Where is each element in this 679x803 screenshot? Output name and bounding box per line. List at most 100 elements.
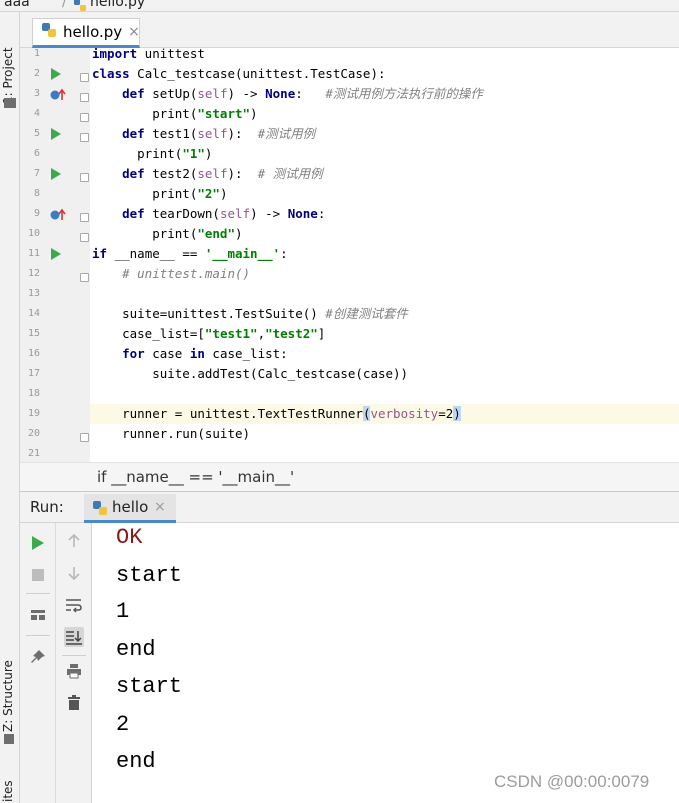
- code-line[interactable]: # unittest.main(): [92, 264, 250, 284]
- code-token: test2(: [144, 166, 198, 181]
- run-gutter-icon[interactable]: [51, 68, 61, 80]
- code-token: "test1": [204, 326, 258, 341]
- fold-marker-icon[interactable]: [80, 73, 89, 82]
- run-tab-hello[interactable]: hello ×: [84, 494, 176, 523]
- code-token: def: [122, 206, 145, 221]
- code-token: ):: [227, 166, 258, 181]
- run-toolbar-primary: [20, 523, 56, 803]
- code-line[interactable]: def test2(self): # 测试用例: [92, 164, 323, 184]
- code-line[interactable]: case_list=["test1","test2"]: [92, 324, 325, 344]
- editor-breadcrumb[interactable]: if __name__ == '__main__': [97, 468, 294, 486]
- code-token: ) ->: [227, 86, 266, 101]
- close-tab-icon[interactable]: ×: [128, 24, 140, 40]
- run-gutter-icon[interactable]: [51, 128, 61, 140]
- code-line[interactable]: suite=unittest.TestSuite() #创建测试套件: [92, 304, 408, 324]
- arrow-down-icon: [68, 567, 80, 581]
- fold-marker-icon[interactable]: [80, 173, 89, 182]
- code-token: :: [280, 246, 288, 261]
- code-token: def: [122, 86, 145, 101]
- code-line[interactable]: print("start"): [92, 104, 257, 124]
- python-file-icon: [74, 0, 86, 11]
- structure-tool-window-button[interactable]: Z: Structure: [1, 652, 19, 732]
- code-token: "1": [182, 146, 205, 161]
- close-run-tab-icon[interactable]: ×: [154, 499, 166, 515]
- code-token: in: [189, 346, 205, 361]
- fold-marker-icon[interactable]: [80, 213, 89, 222]
- project-tool-window-button[interactable]: 1: Project: [1, 34, 19, 104]
- code-editor[interactable]: 1 2 3 4 5 6 7 8 9 10 11 12 13 14 15 16 17 18 19 20 21 import…: [20, 48, 679, 462]
- restore-layout-button[interactable]: [28, 605, 48, 625]
- line-number: 5: [33, 128, 40, 139]
- python-file-icon: [92, 500, 108, 520]
- console-output-line: 1: [116, 599, 130, 624]
- code-line[interactable]: class Calc_testcase(unittest.TestCase):: [92, 64, 386, 84]
- run-gutter-icon[interactable]: [51, 248, 61, 260]
- line-number: 15: [27, 328, 40, 339]
- fold-marker-icon[interactable]: [80, 133, 89, 142]
- code-line[interactable]: def tearDown(self) -> None:: [92, 204, 325, 224]
- fold-marker-icon[interactable]: [80, 233, 89, 242]
- console-output-line: start: [116, 674, 183, 699]
- code-line[interactable]: if __name__ == '__main__':: [92, 244, 288, 264]
- code-token: self: [197, 166, 228, 181]
- fold-marker-icon[interactable]: [80, 113, 89, 122]
- run-toolbar-secondary: [56, 523, 92, 803]
- printer-icon: [67, 664, 81, 679]
- code-token: :: [295, 86, 326, 101]
- breadcrumb-file[interactable]: hello.py: [90, 0, 145, 10]
- rerun-button[interactable]: [28, 533, 48, 553]
- soft-wrap-button[interactable]: [64, 595, 84, 615]
- line-number: 20: [27, 428, 40, 439]
- favorites-tool-window-button[interactable]: ites: [1, 772, 19, 802]
- stop-button[interactable]: [28, 565, 48, 585]
- code-area[interactable]: import unittest class Calc_testcase(unitt…: [92, 48, 679, 462]
- code-line[interactable]: runner = unittest.TextTestRunner(verbosi…: [92, 404, 461, 424]
- soft-wrap-icon: [66, 599, 82, 613]
- fold-marker-icon[interactable]: [80, 273, 89, 282]
- code-token: #测试用例: [257, 126, 316, 141]
- toolbar-separator: [62, 655, 86, 656]
- code-line[interactable]: print("1"): [92, 144, 212, 164]
- code-token: __name__ ==: [107, 246, 205, 261]
- code-line[interactable]: def test1(self): #测试用例: [92, 124, 315, 144]
- code-token: None: [265, 86, 296, 101]
- run-console-output[interactable]: OK start 1 end start 2 end: [92, 523, 679, 803]
- override-method-icon[interactable]: [50, 87, 66, 101]
- code-token: suite.addTest(Calc_testcase(case)): [92, 366, 409, 381]
- code-line[interactable]: runner.run(suite): [92, 424, 250, 444]
- pin-tab-button[interactable]: [28, 647, 48, 667]
- run-panel-header: Run: hello ×: [20, 492, 679, 523]
- play-icon: [32, 536, 44, 550]
- tab-hello-py[interactable]: hello.py ×: [32, 18, 140, 48]
- code-token: # 测试用例: [257, 166, 323, 181]
- override-method-icon[interactable]: [50, 207, 66, 221]
- code-line[interactable]: def setUp(self) -> None: #测试用例方法执行前的操作: [92, 84, 483, 104]
- scroll-to-end-button[interactable]: [64, 627, 84, 647]
- trash-icon: [68, 695, 80, 710]
- previous-occurrence-button[interactable]: [64, 531, 84, 551]
- code-token: #创建测试套件: [325, 306, 408, 321]
- code-token: "2": [197, 186, 220, 201]
- editor-breadcrumb-bar: if __name__ == '__main__': [20, 462, 679, 492]
- fold-marker-icon[interactable]: [80, 433, 89, 442]
- code-line[interactable]: suite.addTest(Calc_testcase(case)): [92, 364, 408, 384]
- code-token: setUp(: [144, 86, 198, 101]
- next-occurrence-button[interactable]: [64, 563, 84, 583]
- line-number: 18: [27, 388, 40, 399]
- code-token: def: [122, 126, 145, 141]
- code-token: ): [453, 406, 461, 421]
- print-button[interactable]: [64, 661, 84, 681]
- code-line[interactable]: import unittest: [92, 48, 205, 64]
- code-line[interactable]: print("2"): [92, 184, 227, 204]
- fold-marker-icon[interactable]: [80, 93, 89, 102]
- code-line[interactable]: print("end"): [92, 224, 242, 244]
- breadcrumb-project[interactable]: aaa: [4, 0, 30, 10]
- console-output-line: end: [116, 637, 156, 662]
- code-line[interactable]: for case in case_list:: [92, 344, 288, 364]
- clear-all-button[interactable]: [64, 693, 84, 713]
- line-number: 1: [33, 48, 40, 59]
- code-token: runner = unittest.TextTestRunner: [92, 406, 363, 421]
- run-gutter-icon[interactable]: [51, 168, 61, 180]
- code-token: self: [197, 86, 228, 101]
